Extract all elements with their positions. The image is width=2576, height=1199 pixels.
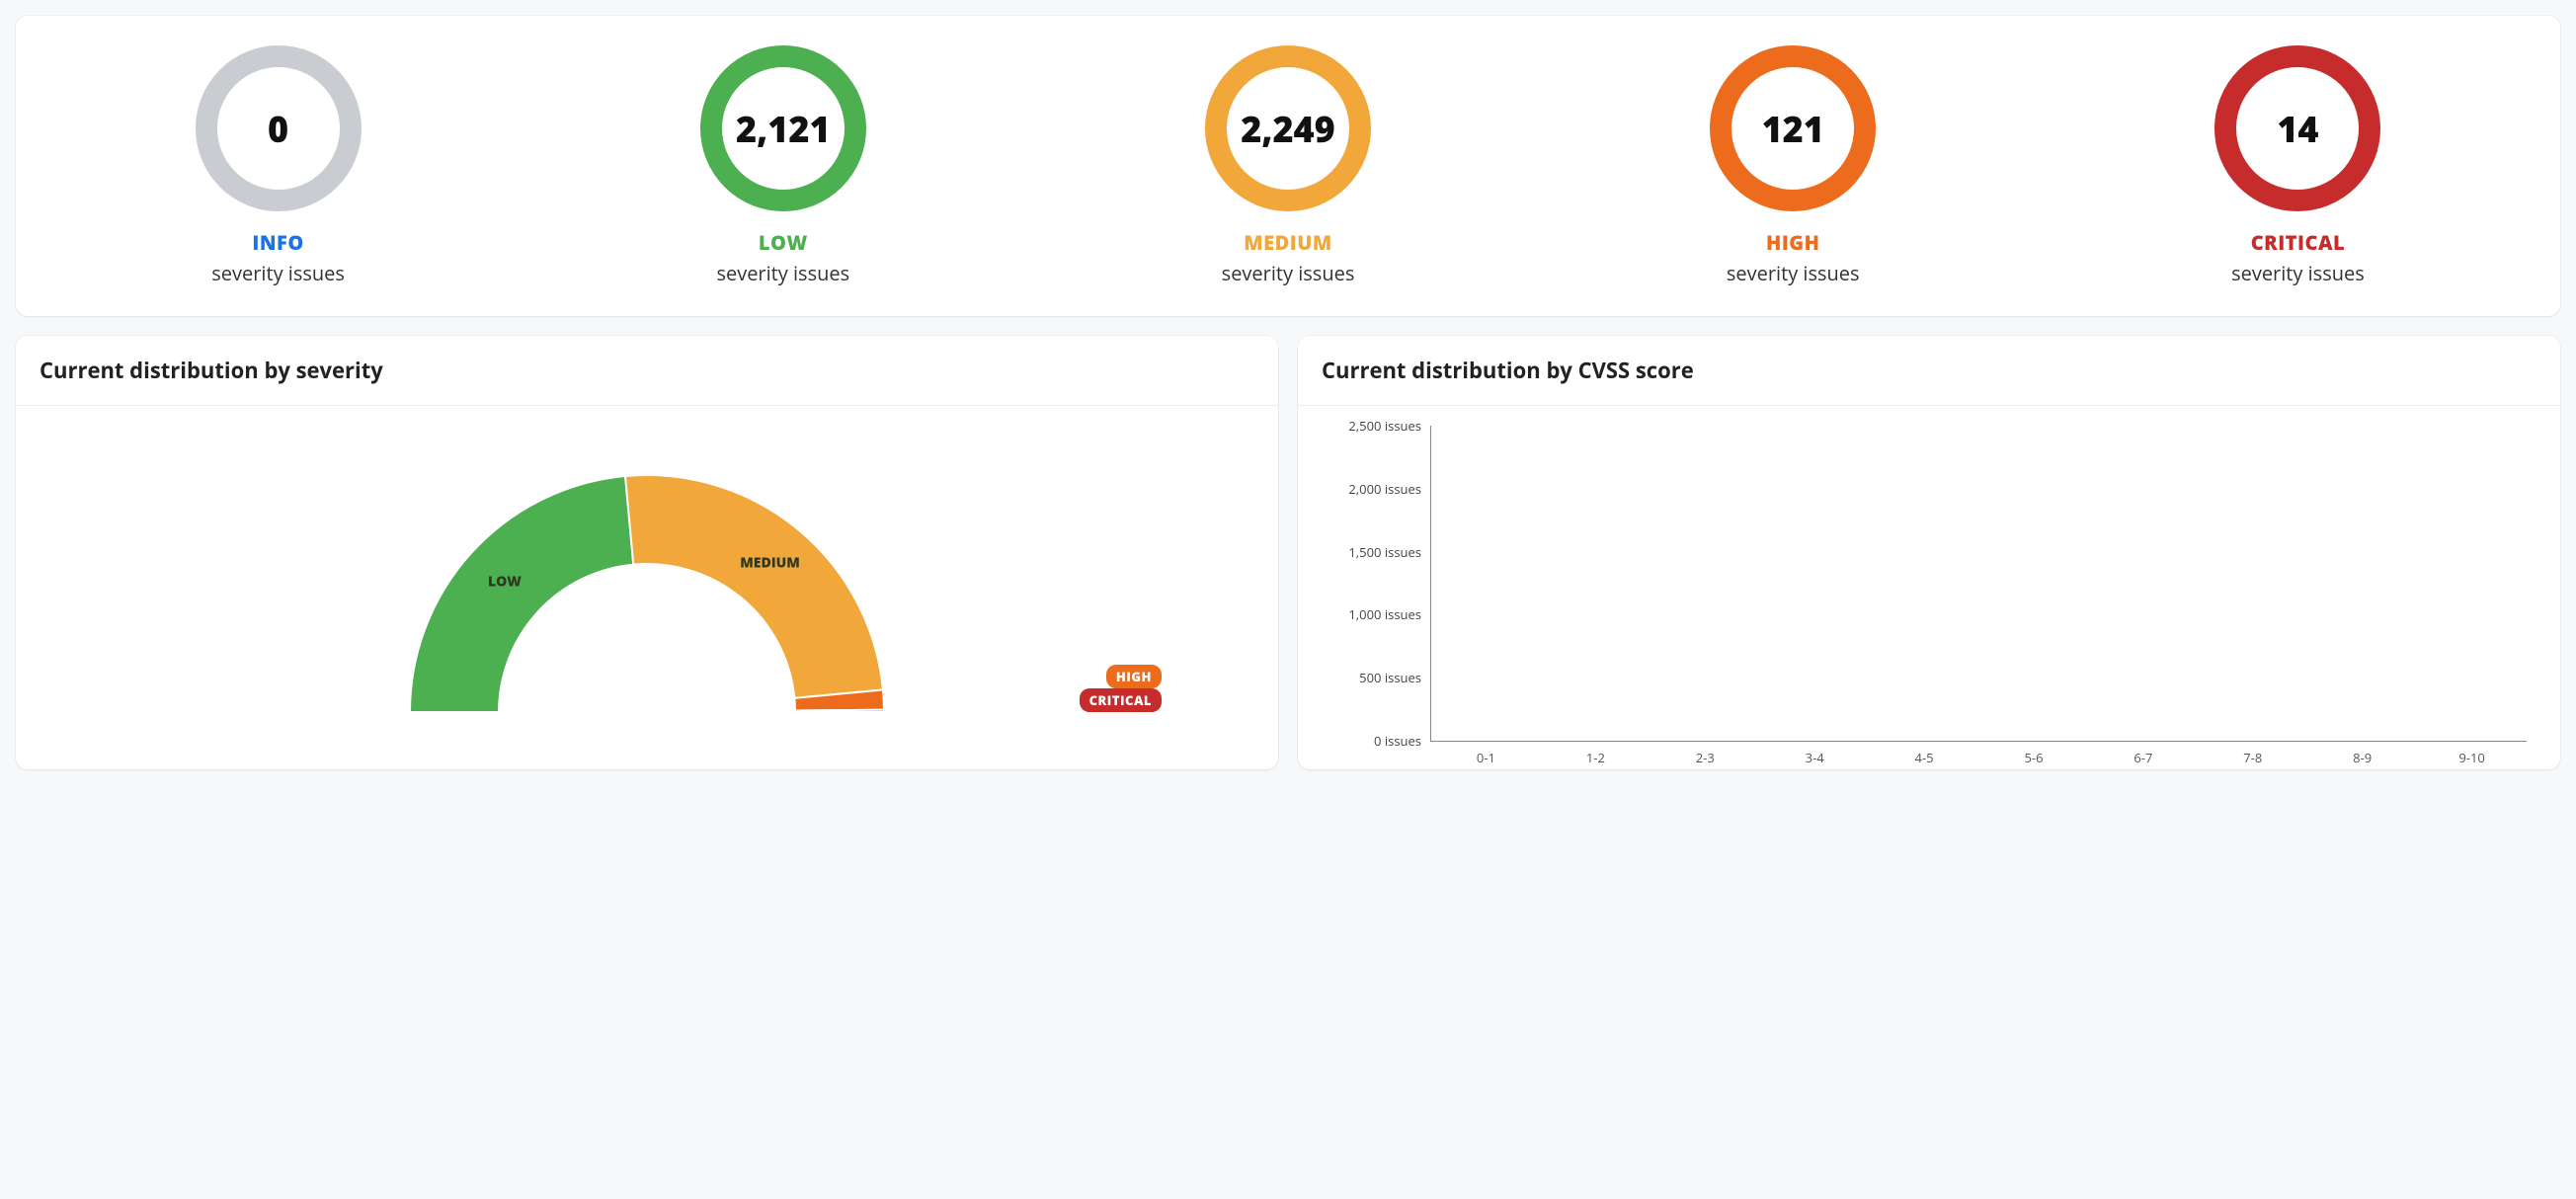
cvss-xcat: 2-3 — [1650, 749, 1760, 766]
counter-critical-sub: severity issues — [2046, 260, 2550, 286]
cvss-ytick: 1,500 issues — [1348, 543, 1421, 561]
cvss-xcat: 8-9 — [2307, 749, 2417, 766]
counter-low: 2,121 LOW severity issues — [530, 45, 1035, 286]
counter-info-label: INFO — [26, 229, 530, 256]
donut-segment-critical — [795, 710, 884, 712]
cvss-xcat: 7-8 — [2198, 749, 2307, 766]
donut-segment-low — [410, 476, 633, 712]
counter-high-value: 121 — [1762, 105, 1824, 153]
panel-cvss-title: Current distribution by CVSS score — [1298, 336, 2560, 406]
cvss-xcat: 1-2 — [1541, 749, 1650, 766]
cvss-xcat: 4-5 — [1870, 749, 1979, 766]
counter-high-label: HIGH — [1541, 229, 2046, 256]
severity-half-donut-chart: LOW MEDIUM — [390, 436, 904, 732]
counter-medium-label: MEDIUM — [1035, 229, 1540, 256]
panel-severity-title: Current distribution by severity — [16, 336, 1278, 406]
panel-severity-body: LOW MEDIUM HIGH CRITICAL — [16, 406, 1278, 769]
counter-info-sub: severity issues — [26, 260, 530, 286]
cvss-bar-chart: 0-11-22-33-44-55-66-77-88-99-10 0 issues… — [1430, 426, 2527, 742]
cvss-xcat: 6-7 — [2088, 749, 2198, 766]
counter-info-ring: 0 — [196, 45, 362, 211]
donut-label-low: LOW — [488, 572, 522, 591]
cvss-xcat: 9-10 — [2417, 749, 2527, 766]
counter-info: 0 INFO severity issues — [26, 45, 530, 286]
counter-medium-value: 2,249 — [1241, 105, 1335, 153]
donut-pill-high: HIGH — [1106, 665, 1162, 688]
cvss-xcat: 3-4 — [1760, 749, 1870, 766]
cvss-xcat: 0-1 — [1431, 749, 1541, 766]
panel-severity: Current distribution by severity LOW MEDI… — [16, 336, 1278, 769]
counter-low-value: 2,121 — [736, 105, 831, 153]
counter-medium: 2,249 MEDIUM severity issues — [1035, 45, 1540, 286]
donut-label-medium: MEDIUM — [740, 554, 800, 573]
counter-medium-ring: 2,249 — [1205, 45, 1371, 211]
counter-critical-value: 14 — [2277, 105, 2318, 153]
counter-high-ring: 121 — [1710, 45, 1876, 211]
panel-cvss-body: 0-11-22-33-44-55-66-77-88-99-10 0 issues… — [1298, 406, 2560, 769]
cvss-xcat: 5-6 — [1979, 749, 2089, 766]
cvss-ytick: 1,000 issues — [1348, 605, 1421, 623]
cvss-ytick: 2,500 issues — [1348, 417, 1421, 435]
counter-low-sub: severity issues — [530, 260, 1035, 286]
cvss-bars: 0-11-22-33-44-55-66-77-88-99-10 — [1431, 426, 2527, 741]
severity-counters-card: 0 INFO severity issues 2,121 LOW severit… — [16, 16, 2560, 316]
panel-cvss: Current distribution by CVSS score 0-11-… — [1298, 336, 2560, 769]
counter-medium-sub: severity issues — [1035, 260, 1540, 286]
charts-row: Current distribution by severity LOW MEDI… — [16, 336, 2560, 769]
counter-low-ring: 2,121 — [700, 45, 866, 211]
counter-critical-label: CRITICAL — [2046, 229, 2550, 256]
donut-pill-critical: CRITICAL — [1080, 688, 1162, 712]
counter-high: 121 HIGH severity issues — [1541, 45, 2046, 286]
cvss-ytick: 0 issues — [1374, 732, 1421, 750]
counter-low-label: LOW — [530, 229, 1035, 256]
donut-segment-medium — [625, 475, 883, 698]
cvss-ytick: 2,000 issues — [1348, 480, 1421, 498]
counter-high-sub: severity issues — [1541, 260, 2046, 286]
counter-critical-ring: 14 — [2214, 45, 2380, 211]
counter-critical: 14 CRITICAL severity issues — [2046, 45, 2550, 286]
counter-info-value: 0 — [268, 105, 288, 153]
cvss-ytick: 500 issues — [1359, 669, 1421, 686]
